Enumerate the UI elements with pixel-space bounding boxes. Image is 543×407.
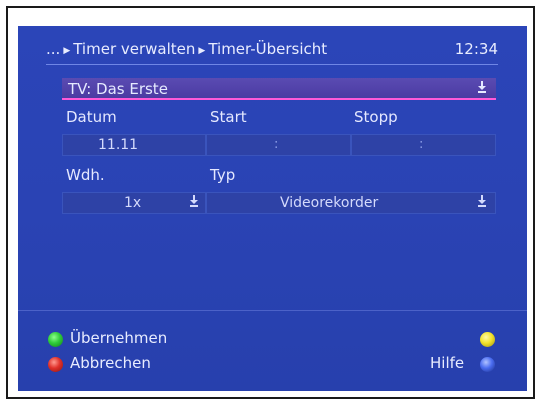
breadcrumb: ... ▶ Timer verwalten ▶ Timer-Übersicht xyxy=(46,40,327,58)
footer-divider xyxy=(18,310,527,311)
cancel-button[interactable]: Abbrechen xyxy=(70,354,151,372)
yellow-button-icon[interactable] xyxy=(480,332,495,347)
wdh-select[interactable]: 1x xyxy=(62,192,206,214)
breadcrumb-prefix: ... xyxy=(46,40,61,58)
tv-frame: ... ▶ Timer verwalten ▶ Timer-Übersicht 12:3… xyxy=(6,6,535,399)
wdh-label: Wdh. xyxy=(66,166,105,184)
wdh-value: 1x xyxy=(124,195,142,211)
breadcrumb-arrow-icon: ▶ xyxy=(198,46,206,56)
title-bar: ... ▶ Timer verwalten ▶ Timer-Übersicht 12:3… xyxy=(46,36,498,64)
stopp-label: Stopp xyxy=(354,108,398,126)
red-button-icon[interactable] xyxy=(48,357,63,372)
download-arrow-icon xyxy=(476,81,488,95)
osd-screen: ... ▶ Timer verwalten ▶ Timer-Übersicht 12:3… xyxy=(18,26,527,391)
breadcrumb-timer-verwalten[interactable]: Timer verwalten xyxy=(73,40,195,58)
title-divider xyxy=(46,64,498,65)
blue-button-icon[interactable] xyxy=(480,357,495,372)
start-field[interactable]: : xyxy=(206,134,351,156)
schedule-row: 11.11 : : xyxy=(62,134,496,156)
breadcrumb-timer-uebersicht: Timer-Übersicht xyxy=(208,40,328,58)
typ-value: Videorekorder xyxy=(280,195,379,211)
datum-value: 11.11 xyxy=(98,137,139,153)
accept-button[interactable]: Übernehmen xyxy=(70,329,167,347)
stopp-value: : xyxy=(419,137,424,152)
typ-label: Typ xyxy=(210,166,236,184)
channel-select[interactable]: TV: Das Erste xyxy=(62,78,496,100)
help-button[interactable]: Hilfe xyxy=(430,354,464,372)
datum-field[interactable]: 11.11 xyxy=(62,134,206,156)
repeat-row: 1x Videorekorder xyxy=(62,192,496,214)
download-arrow-icon xyxy=(188,195,200,209)
download-arrow-icon xyxy=(476,195,488,209)
start-label: Start xyxy=(210,108,247,126)
breadcrumb-arrow-icon: ▶ xyxy=(63,46,71,56)
stopp-field[interactable]: : xyxy=(351,134,496,156)
start-value: : xyxy=(274,137,279,152)
green-button-icon[interactable] xyxy=(48,332,63,347)
channel-value: TV: Das Erste xyxy=(68,80,168,98)
typ-select[interactable]: Videorekorder xyxy=(206,192,496,214)
clock: 12:34 xyxy=(454,40,498,58)
datum-label: Datum xyxy=(66,108,117,126)
